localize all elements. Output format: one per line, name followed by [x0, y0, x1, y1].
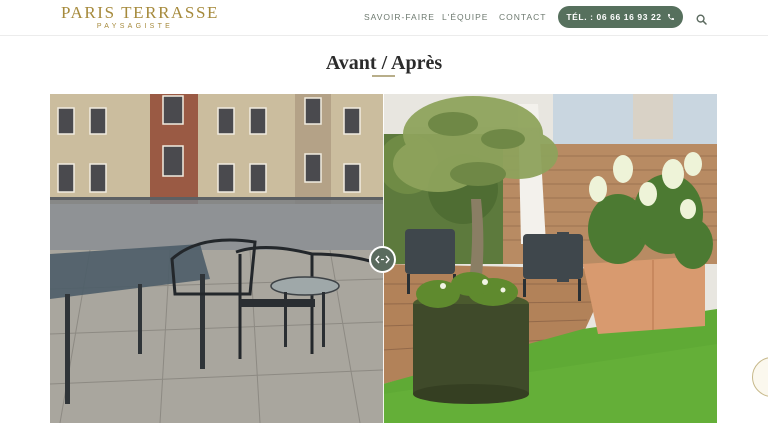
nav-link-savoir-faire[interactable]: SAVOIR-FAIRE — [364, 12, 435, 22]
phone-icon — [667, 13, 675, 21]
section-title: Avant / Après — [325, 51, 443, 74]
title-divider — [372, 75, 395, 77]
phone-button-label: TÉL. : 06 66 16 93 22 — [566, 12, 662, 22]
arrows-left-right-icon — [375, 251, 390, 269]
nav-link-equipe[interactable]: L'ÉQUIPE — [442, 12, 488, 22]
nav-link-contact[interactable]: CONTACT — [499, 12, 546, 22]
logo-subtitle: PAYSAGISTE — [96, 23, 174, 30]
site-header: PARIS TERRASSE PAYSAGISTE SAVOIR-FAIRE L… — [0, 0, 768, 36]
before-after-slider[interactable] — [50, 94, 717, 423]
certification-seal — [752, 357, 768, 397]
search-icon[interactable] — [696, 12, 707, 25]
before-image — [50, 94, 383, 423]
after-image — [383, 94, 717, 423]
logo[interactable]: PARIS TERRASSE PAYSAGISTE — [61, 3, 219, 31]
slider-handle[interactable] — [369, 246, 396, 273]
logo-title: PARIS TERRASSE — [61, 3, 219, 22]
phone-button[interactable]: TÉL. : 06 66 16 93 22 — [558, 6, 683, 28]
